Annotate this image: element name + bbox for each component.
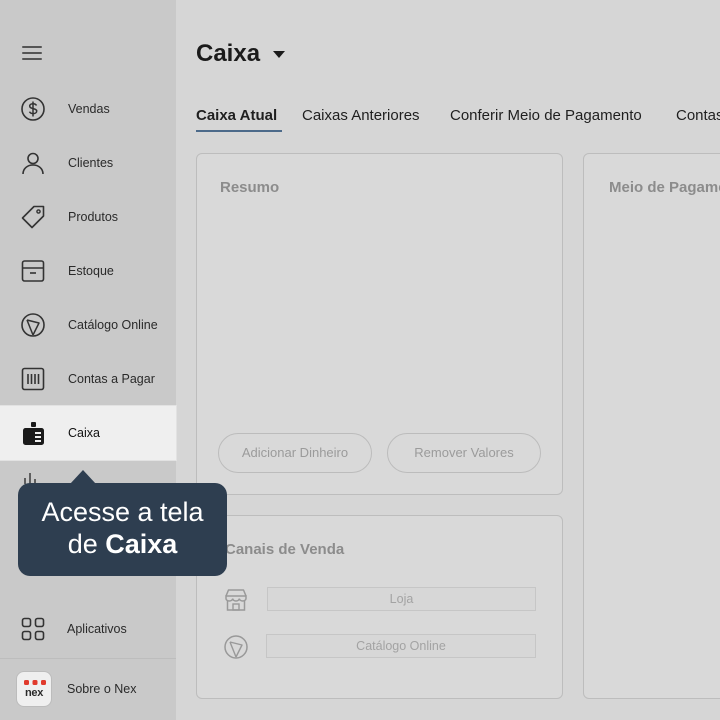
hamburger-menu-icon[interactable] bbox=[22, 44, 44, 64]
active-tab-indicator bbox=[196, 130, 282, 132]
sidebar-item-label: Aplicativos bbox=[67, 622, 127, 636]
sidebar-item-catalogo-online[interactable]: Catálogo Online bbox=[0, 298, 176, 352]
sidebar-item-label: Estoque bbox=[68, 264, 114, 278]
user-icon bbox=[22, 152, 44, 175]
nex-logo: nex bbox=[16, 671, 52, 707]
remove-values-button[interactable]: Remover Valores bbox=[387, 433, 541, 473]
payment-methods-card: Meio de Pagamento bbox=[583, 153, 720, 699]
sidebar-item-label: Sobre o Nex bbox=[67, 682, 137, 696]
caret-down-icon[interactable] bbox=[273, 51, 285, 58]
sidebar-divider bbox=[0, 658, 176, 659]
barcode-icon bbox=[21, 367, 45, 391]
resumo-card: Resumo Adicionar Dinheiro Remover Valore… bbox=[196, 153, 563, 495]
apps-grid-icon bbox=[21, 617, 45, 641]
channel-loja: Loja bbox=[267, 587, 536, 611]
sidebar-item-produtos[interactable]: Produtos bbox=[0, 190, 176, 244]
catalog-icon bbox=[224, 635, 248, 659]
sidebar-item-vendas[interactable]: Vendas bbox=[0, 82, 176, 136]
box-icon bbox=[21, 260, 45, 282]
sidebar-item-label: Contas a Pagar bbox=[68, 372, 155, 386]
tooltip-line2: de Caixa bbox=[18, 529, 227, 560]
catalog-icon bbox=[21, 313, 45, 337]
sidebar-item-label: Caixa bbox=[68, 426, 100, 440]
logo-text: nex bbox=[24, 687, 44, 699]
store-icon bbox=[225, 589, 247, 611]
tab-conferir-meio-pagamento[interactable]: Conferir Meio de Pagamento bbox=[450, 107, 642, 124]
sidebar-item-aplicativos[interactable]: Aplicativos bbox=[0, 602, 176, 656]
sidebar-item-label: Produtos bbox=[68, 210, 119, 224]
sidebar-item-label: Vendas bbox=[68, 102, 110, 116]
add-cash-button[interactable]: Adicionar Dinheiro bbox=[218, 433, 372, 473]
resumo-title: Resumo bbox=[220, 179, 280, 196]
channel-catalogo-online: Catálogo Online bbox=[266, 634, 536, 658]
sidebar-item-estoque[interactable]: Estoque bbox=[0, 244, 176, 298]
sales-channels-title: Canais de Venda bbox=[225, 541, 345, 558]
tab-contas[interactable]: Contas bbox=[676, 107, 720, 124]
tooltip-arrow bbox=[70, 470, 96, 484]
tag-icon bbox=[21, 205, 45, 229]
sales-channels-card: Canais de Venda Loja Catálogo Online bbox=[196, 515, 563, 699]
onboarding-tooltip: Acesse a tela de Caixa bbox=[18, 483, 227, 576]
cash-register-icon bbox=[23, 422, 44, 445]
sidebar-item-label: Clientes bbox=[68, 156, 114, 170]
chart-icon-partial bbox=[24, 473, 36, 484]
tab-caixas-anteriores[interactable]: Caixas Anteriores bbox=[302, 107, 420, 124]
sidebar-item-caixa[interactable]: Caixa bbox=[0, 406, 176, 460]
tooltip-line1: Acesse a tela bbox=[41, 497, 204, 527]
tooltip-line2-prefix: de bbox=[67, 529, 98, 559]
page-title: Caixa bbox=[196, 40, 261, 67]
sidebar: Vendas Clientes Produtos Estoque Catálog… bbox=[0, 0, 176, 720]
logo-dots-icon bbox=[24, 680, 46, 685]
dollar-circle-icon bbox=[21, 97, 45, 121]
payment-methods-title: Meio de Pagamento bbox=[609, 179, 720, 196]
tab-caixa-atual[interactable]: Caixa Atual bbox=[196, 107, 277, 124]
sidebar-item-clientes[interactable]: Clientes bbox=[0, 136, 176, 190]
tooltip-line2-bold: Caixa bbox=[105, 529, 178, 559]
sidebar-item-label: Catálogo Online bbox=[68, 318, 158, 332]
sidebar-item-contas-a-pagar[interactable]: Contas a Pagar bbox=[0, 352, 176, 406]
